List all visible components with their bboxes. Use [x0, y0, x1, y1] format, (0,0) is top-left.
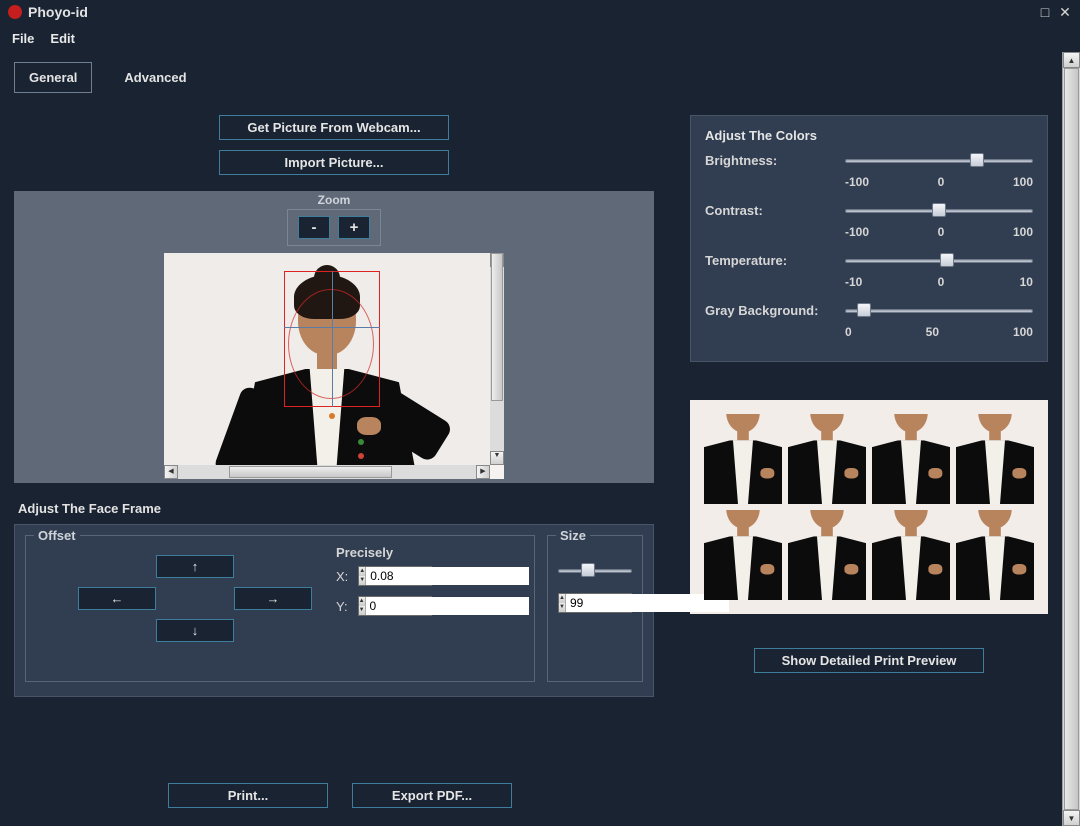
face-guide-vertical	[332, 271, 333, 407]
temperature-slider[interactable]	[845, 253, 1033, 269]
graybg-slider[interactable]	[845, 303, 1033, 319]
app-logo-icon	[8, 5, 22, 19]
zoom-out-button[interactable]: -	[298, 216, 330, 239]
size-label: Size	[556, 528, 590, 543]
menubar: File Edit	[0, 24, 1080, 52]
image-viewport[interactable]: ▲▼ ◀▶	[164, 253, 504, 479]
temperature-label: Temperature:	[705, 253, 845, 268]
y-label: Y:	[336, 599, 348, 614]
contrast-slider[interactable]	[845, 203, 1033, 219]
scroll-up-icon[interactable]: ▲	[1063, 52, 1080, 68]
zoom-controls: - +	[287, 209, 381, 246]
brightness-slider[interactable]	[845, 153, 1033, 169]
image-area: Zoom - +	[14, 191, 654, 483]
precisely-block: Precisely X: ▲▼ Y:	[336, 545, 432, 626]
print-button[interactable]: Print...	[168, 783, 328, 808]
main-vscroll[interactable]: ▲ ▼	[1062, 52, 1080, 826]
preview-thumb	[872, 414, 950, 504]
face-frame-title: Adjust The Face Frame	[18, 501, 654, 516]
import-picture-button[interactable]: Import Picture...	[219, 150, 449, 175]
zoom-label: Zoom	[318, 193, 351, 207]
x-label: X:	[336, 569, 348, 584]
x-spinbox[interactable]: ▲▼	[358, 566, 432, 586]
maximize-button[interactable]: □	[1038, 5, 1052, 19]
face-handle-chin[interactable]	[329, 413, 335, 419]
preview-thumb	[704, 510, 782, 600]
titlebar: Phoyo-id □ ✕	[0, 0, 1080, 24]
preview-thumb	[956, 510, 1034, 600]
size-spin-up[interactable]: ▲	[559, 594, 566, 603]
colors-panel: Adjust The Colors Brightness: -1000100 C…	[690, 115, 1048, 362]
menu-file[interactable]: File	[12, 31, 34, 46]
offset-down-button[interactable]: ↓	[156, 619, 234, 642]
y-spin-up[interactable]: ▲	[359, 597, 366, 606]
face-frame-panel: Offset ↑ ← → ↓ Precisely X:	[14, 524, 654, 697]
x-input[interactable]	[366, 567, 529, 585]
menu-edit[interactable]: Edit	[50, 31, 75, 46]
print-preview	[690, 400, 1048, 614]
tab-advanced[interactable]: Advanced	[110, 63, 200, 92]
contrast-label: Contrast:	[705, 203, 845, 218]
offset-left-button[interactable]: ←	[78, 587, 156, 610]
size-group: Size ▲▼	[547, 535, 643, 682]
tab-general[interactable]: General	[14, 62, 92, 93]
brightness-label: Brightness:	[705, 153, 845, 168]
face-handle-bottom[interactable]	[358, 453, 364, 459]
offset-right-button[interactable]: →	[234, 587, 312, 610]
preview-thumb	[788, 414, 866, 504]
preview-thumb	[788, 510, 866, 600]
preview-thumb	[872, 510, 950, 600]
preview-thumb	[704, 414, 782, 504]
get-webcam-button[interactable]: Get Picture From Webcam...	[219, 115, 449, 140]
preview-thumb	[956, 414, 1034, 504]
window-title: Phoyo-id	[28, 4, 1032, 20]
viewport-vscroll[interactable]: ▲▼	[490, 253, 504, 465]
tab-bar: General Advanced	[14, 62, 1048, 93]
face-frame-oval	[288, 289, 374, 399]
y-spinbox[interactable]: ▲▼	[358, 596, 432, 616]
precisely-label: Precisely	[336, 545, 432, 560]
export-pdf-button[interactable]: Export PDF...	[352, 783, 512, 808]
colors-title: Adjust The Colors	[705, 128, 1033, 143]
graybg-label: Gray Background:	[705, 303, 845, 318]
size-spinbox[interactable]: ▲▼	[558, 593, 632, 613]
offset-label: Offset	[34, 528, 80, 543]
y-spin-down[interactable]: ▼	[359, 606, 366, 615]
close-button[interactable]: ✕	[1058, 5, 1072, 19]
x-spin-up[interactable]: ▲	[359, 567, 366, 576]
show-preview-button[interactable]: Show Detailed Print Preview	[754, 648, 984, 673]
y-input[interactable]	[366, 597, 529, 615]
offset-group: Offset ↑ ← → ↓ Precisely X:	[25, 535, 535, 682]
size-slider[interactable]	[558, 563, 632, 579]
scroll-down-icon[interactable]: ▼	[1063, 810, 1080, 826]
face-handle-mid[interactable]	[358, 439, 364, 445]
x-spin-down[interactable]: ▼	[359, 576, 366, 585]
offset-up-button[interactable]: ↑	[156, 555, 234, 578]
viewport-hscroll[interactable]: ◀▶	[164, 465, 490, 479]
zoom-in-button[interactable]: +	[338, 216, 370, 239]
size-spin-down[interactable]: ▼	[559, 603, 566, 612]
face-guide-horizontal	[284, 327, 380, 328]
